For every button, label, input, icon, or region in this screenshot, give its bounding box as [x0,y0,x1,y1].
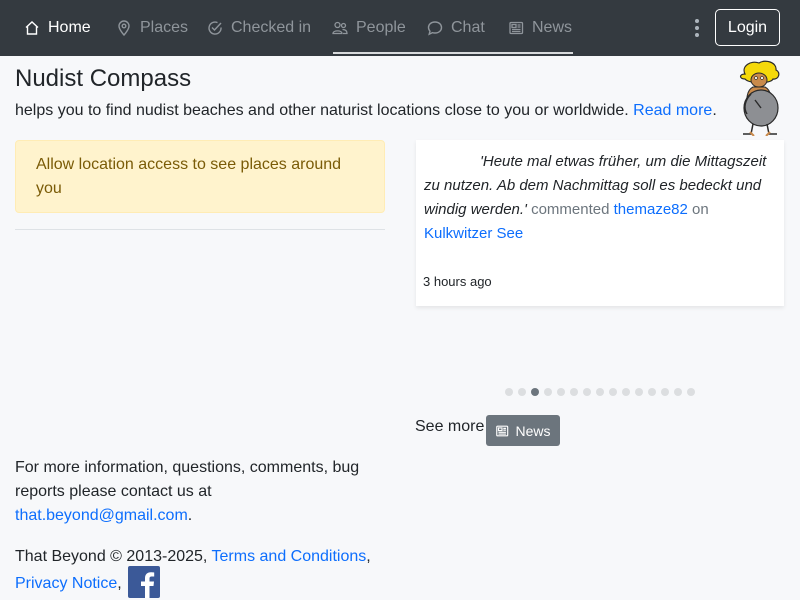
nav-news-label: News [532,19,573,36]
carousel-dot[interactable] [674,388,682,396]
mascot-logo-icon [739,60,780,136]
login-button[interactable]: Login [715,9,780,46]
footer-info-end: . [187,507,193,524]
location-alert: Allow location access to see places arou… [15,140,385,213]
carousel-dot[interactable] [648,388,656,396]
footer-info-text: For more information, questions, comment… [15,459,360,500]
home-icon [25,21,39,35]
nav-places[interactable]: Places [116,0,188,56]
nav-chat-label: Chat [451,19,485,36]
nav-places-label: Places [140,19,189,36]
contact-email-link[interactable]: that.beyond@gmail.com [15,507,188,524]
kebab-menu-icon[interactable] [690,16,704,40]
top-navbar: Home Places Checked in People Chat News … [0,0,800,56]
chat-bubble-icon [427,21,443,36]
news-on: on [692,201,709,218]
news-button[interactable]: News [486,415,560,446]
nav-people-label: People [356,19,406,36]
check-circle-icon [208,21,222,35]
page-title: Nudist Compass [15,65,192,92]
carousel-dot[interactable] [570,388,578,396]
copyright-text: That Beyond © 2013-2025, [15,548,208,565]
carousel-dot[interactable] [687,388,695,396]
news-card: 'Heute mal etwas früher, um die Mittagsz… [416,140,784,306]
carousel-dot[interactable] [583,388,591,396]
carousel-dot[interactable] [609,388,617,396]
facebook-icon[interactable] [127,566,160,598]
footer-info: For more information, questions, comment… [15,456,375,528]
carousel-dot[interactable] [557,388,565,396]
carousel-dot[interactable] [622,388,630,396]
carousel-dot[interactable] [661,388,669,396]
active-section-underline [333,52,573,54]
page-subtitle: helps you to find nudist beaches and oth… [15,102,717,120]
carousel-dot[interactable] [518,388,526,396]
terms-link[interactable]: Terms and Conditions [212,548,367,565]
nav-home[interactable]: Home [24,0,91,56]
map-pin-icon [118,20,130,36]
newspaper-icon [496,425,509,436]
footer-comma: , [366,548,371,565]
news-place-link[interactable]: Kulkwitzer See [424,225,523,242]
privacy-link[interactable]: Privacy Notice [15,575,117,592]
newspaper-icon [509,21,524,35]
divider [15,229,385,230]
nav-chat[interactable]: Chat [427,0,485,56]
nav-news[interactable]: News [508,0,572,56]
location-alert-text: Allow location access to see places arou… [36,156,342,197]
footer-comma-2: , [117,575,122,593]
read-more-link[interactable]: Read more [633,102,712,119]
news-button-label: News [515,422,551,439]
news-card-body: 'Heute mal etwas früher, um die Mittagsz… [424,150,776,246]
subtitle-period: . [712,102,717,119]
carousel-dot[interactable] [531,388,539,396]
see-more-label: See more [415,418,485,435]
footer-copyright: That Beyond © 2013-2025, Terms and Condi… [15,544,395,598]
nav-checked-in-label: Checked in [231,19,312,36]
carousel-dot[interactable] [544,388,552,396]
nav-checked-in[interactable]: Checked in [207,0,311,56]
carousel-indicators [505,388,695,396]
nav-home-label: Home [48,19,91,36]
news-timestamp: 3 hours ago [423,274,492,289]
carousel-dot[interactable] [596,388,604,396]
news-user-link[interactable]: themaze82 [614,201,688,218]
people-icon [332,21,348,35]
carousel-dot[interactable] [505,388,513,396]
news-action: commented [531,201,610,218]
nav-people[interactable]: People [332,0,406,56]
carousel-dot[interactable] [635,388,643,396]
subtitle-text: helps you to find nudist beaches and oth… [15,102,629,119]
